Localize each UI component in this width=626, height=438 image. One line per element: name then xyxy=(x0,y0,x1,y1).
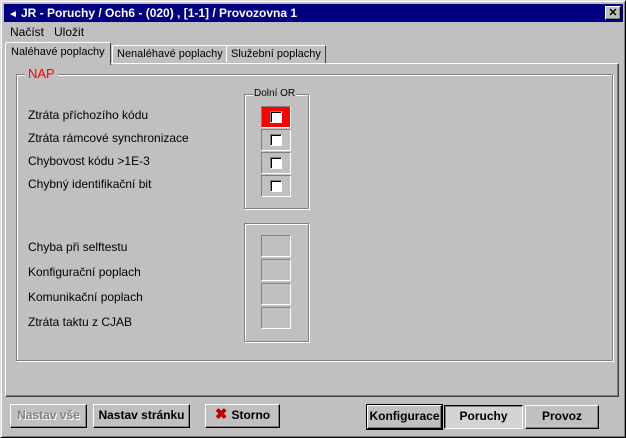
status-cell-cjab-clock-loss xyxy=(261,307,291,329)
window-title: JR - Poruchy / Och6 - (020) , [1-1] / Pr… xyxy=(21,6,298,20)
status-label-selftest-error: Chyba při selftestu xyxy=(28,240,128,254)
alarm-label-id-bit-error: Chybný identifikační bit xyxy=(28,177,152,191)
tab-urgent-alarms[interactable]: Naléhavé poplachy xyxy=(5,42,111,65)
faults-button[interactable]: Poruchy xyxy=(444,405,523,429)
alarm-label-frame-sync-loss: Ztráta rámcové synchronizace xyxy=(28,131,189,145)
status-cell-selftest-error xyxy=(261,235,291,257)
cancel-button[interactable]: ✖ Storno xyxy=(205,404,280,428)
main-window: ◄ JR - Poruchy / Och6 - (020) , [1-1] / P… xyxy=(0,0,626,438)
alarm-checkbox-id-bit-error[interactable] xyxy=(270,180,282,192)
status-label-cjab-clock-loss: Ztráta taktu z CJAB xyxy=(28,315,133,329)
config-button[interactable]: Konfigurace xyxy=(366,404,443,430)
alarm-cell-id-bit-error xyxy=(261,175,291,197)
tab-panel: NAP Ztráta příchozího kódu Ztráta rámcov… xyxy=(5,63,619,397)
alarm-cell-code-error-rate xyxy=(261,152,291,174)
tab-non-urgent-alarms[interactable]: Nenaléhavé poplachy xyxy=(112,45,228,64)
nap-group-legend: NAP xyxy=(25,66,58,81)
alarm-label-incoming-code-loss: Ztráta příchozího kódu xyxy=(28,108,149,122)
status-column-box xyxy=(244,223,309,342)
alarm-column-box: Dolní OR xyxy=(244,88,309,209)
operation-button[interactable]: Provoz xyxy=(525,405,599,429)
cancel-icon: ✖ xyxy=(214,406,228,423)
status-cell-config-alarm xyxy=(261,259,291,281)
set-page-button[interactable]: Nastav stránku xyxy=(93,404,190,428)
status-label-config-alarm: Konfigurační poplach xyxy=(28,265,141,279)
nap-group: NAP Ztráta příchozího kódu Ztráta rámcov… xyxy=(16,66,613,361)
alarm-checkbox-incoming-code-loss[interactable] xyxy=(270,111,282,123)
alarm-checkbox-code-error-rate[interactable] xyxy=(270,157,282,169)
alarm-checkbox-frame-sync-loss[interactable] xyxy=(270,134,282,146)
alarm-label-code-error-rate: Chybovost kódu >1E-3 xyxy=(28,154,150,168)
menu-bar: Načíst Uložit xyxy=(5,23,89,41)
cancel-label: Storno xyxy=(231,408,271,422)
column-header-lower-or: Dolní OR xyxy=(253,88,297,99)
menu-item-save[interactable]: Uložit xyxy=(54,25,84,39)
menu-item-load[interactable]: Načíst xyxy=(10,25,44,39)
set-all-button[interactable]: Nastav vše xyxy=(10,404,87,428)
alarm-cell-frame-sync-loss xyxy=(261,129,291,151)
status-label-comm-alarm: Komunikační poplach xyxy=(28,290,143,304)
close-button[interactable]: ✕ xyxy=(605,6,621,20)
tab-service-alarms[interactable]: Služební poplachy xyxy=(226,45,326,64)
status-cell-comm-alarm xyxy=(261,283,291,305)
title-bar[interactable]: ◄ JR - Poruchy / Och6 - (020) , [1-1] / P… xyxy=(4,4,623,22)
system-menu-icon[interactable]: ◄ xyxy=(8,6,18,24)
alarm-cell-incoming-code-loss xyxy=(261,106,291,128)
